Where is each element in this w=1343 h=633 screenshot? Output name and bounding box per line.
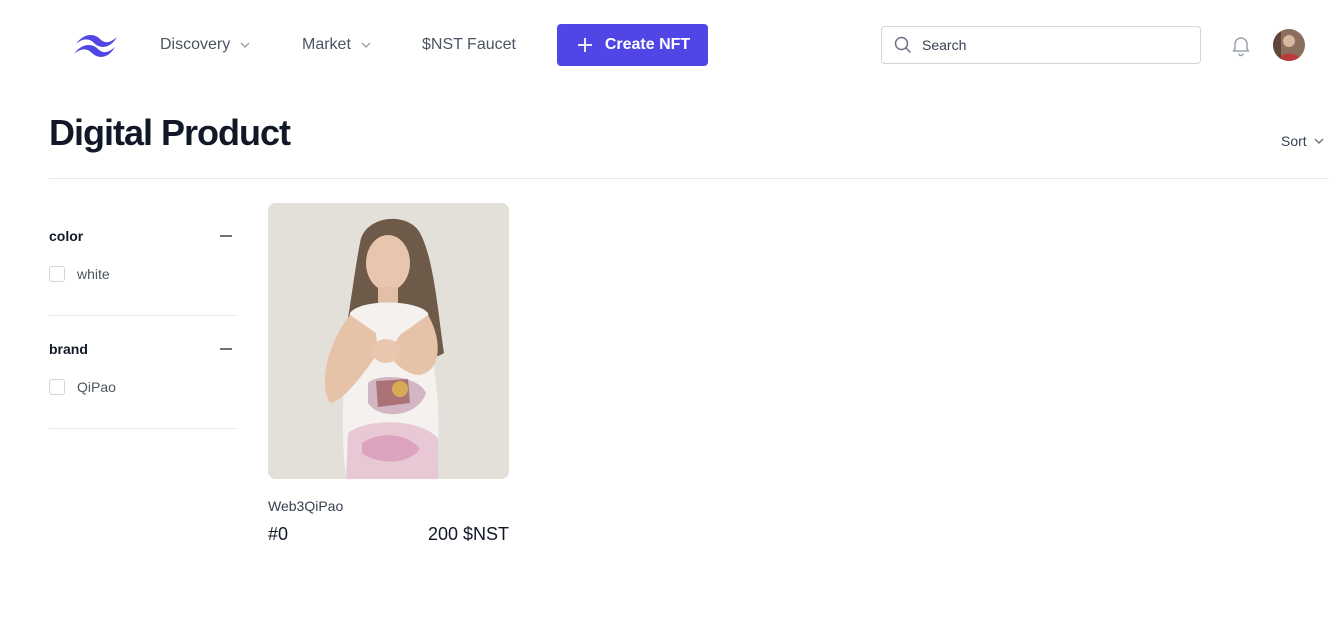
filter-option: QiPao [49,377,237,397]
chevron-down-icon [240,42,250,49]
filter-checkbox-qipao[interactable] [49,379,65,395]
filter-checkbox-white[interactable] [49,266,65,282]
page-title: Digital Product [49,112,291,153]
chevron-down-icon [361,42,371,49]
filter-title: brand [49,341,88,357]
create-nft-button[interactable]: Create NFT [557,24,708,66]
search-box[interactable] [881,26,1201,64]
filter-option: white [49,264,237,284]
nav-discovery[interactable]: Discovery [160,26,251,64]
search-icon [894,36,912,54]
product-meta: #0 200 $NST [268,524,509,545]
filter-option-label: white [77,266,110,282]
nav-market[interactable]: Market [302,26,372,64]
product-image[interactable] [268,203,509,479]
sort-label: Sort [1281,133,1307,149]
product-price: 200 $NST [427,524,509,544]
filter-divider [49,315,237,316]
nav-nst-faucet[interactable]: $NST Faucet [422,26,516,64]
minus-icon [220,348,232,350]
filter-title: color [49,228,84,244]
nav-market-label: Market [302,36,351,53]
header-divider [49,178,1329,179]
minus-icon [220,235,232,237]
filter-divider [49,428,237,429]
avatar[interactable] [1273,29,1305,61]
nav-discovery-label: Discovery [160,36,231,53]
search-input[interactable] [922,37,1182,53]
create-nft-label: Create NFT [604,36,691,53]
brand-logo[interactable] [72,29,120,61]
product-name: Web3QiPao [268,498,344,514]
filter-brand: brand QiPao [49,333,237,397]
plus-icon [577,38,592,52]
chevron-down-icon [1314,138,1324,144]
filter-color: color white [49,220,237,284]
bell-icon[interactable] [1229,33,1253,57]
product-id: #0 [268,524,289,544]
filter-color-toggle[interactable]: color [49,220,237,252]
product-card[interactable]: Web3QiPao #0 200 $NST [268,203,509,545]
filter-option-label: QiPao [77,379,116,395]
sort-dropdown[interactable]: Sort [1281,133,1325,149]
nav-nst-faucet-label: $NST Faucet [422,36,516,53]
filter-brand-toggle[interactable]: brand [49,333,237,365]
